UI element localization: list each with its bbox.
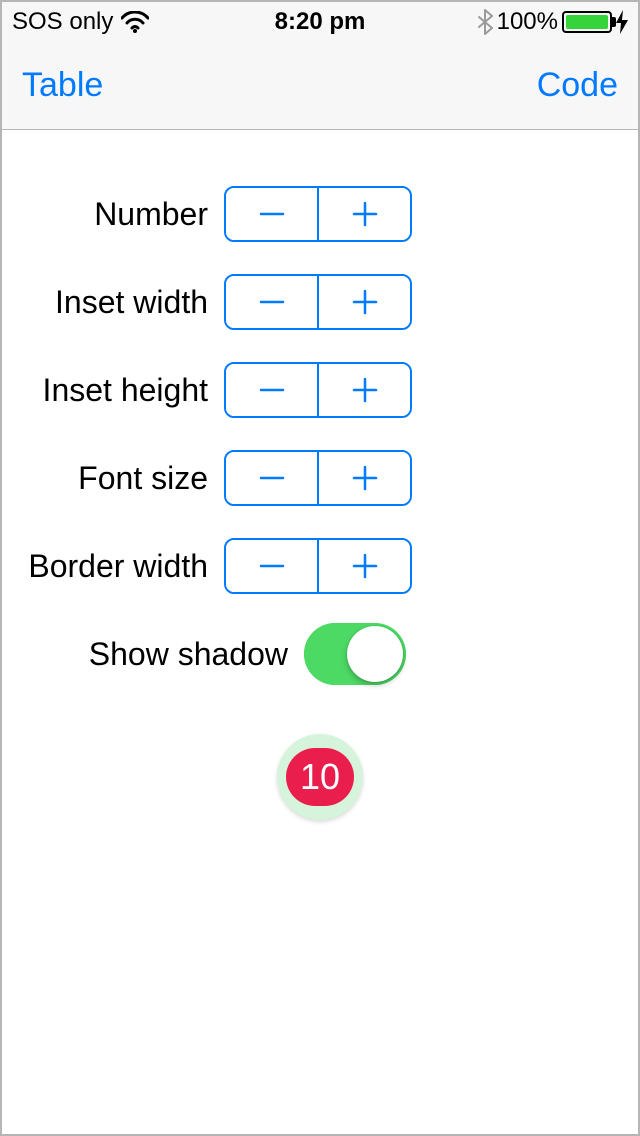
label-font-size: Font size [14, 460, 224, 497]
plus-icon [348, 461, 382, 495]
stepper-font-size-increment[interactable] [317, 452, 410, 504]
stepper-number-decrement[interactable] [226, 188, 317, 240]
stepper-number-increment[interactable] [317, 188, 410, 240]
minus-icon [255, 197, 289, 231]
minus-icon [255, 549, 289, 583]
row-font-size: Font size [14, 434, 626, 522]
plus-icon [348, 373, 382, 407]
stepper-inset-width-increment[interactable] [317, 276, 410, 328]
label-inset-width: Inset width [14, 284, 224, 321]
content: Number Inset width Inset height [2, 130, 638, 820]
plus-icon [348, 197, 382, 231]
row-border-width: Border width [14, 522, 626, 610]
plus-icon [348, 285, 382, 319]
stepper-inset-width [224, 274, 412, 330]
minus-icon [255, 373, 289, 407]
switch-knob [347, 626, 403, 682]
stepper-number [224, 186, 412, 242]
row-inset-height: Inset height [14, 346, 626, 434]
nav-left-button[interactable]: Table [22, 66, 103, 105]
label-border-width: Border width [14, 548, 224, 585]
stepper-inset-height-decrement[interactable] [226, 364, 317, 416]
status-bar: SOS only 8:20 pm 100% [2, 2, 638, 42]
row-number: Number [14, 170, 626, 258]
switch-show-shadow[interactable] [304, 623, 406, 685]
minus-icon [255, 461, 289, 495]
badge-value: 10 [286, 748, 354, 806]
stepper-inset-width-decrement[interactable] [226, 276, 317, 328]
status-right: 100% [477, 8, 628, 36]
stepper-inset-height [224, 362, 412, 418]
bluetooth-icon [477, 9, 493, 35]
battery-icon [562, 11, 612, 33]
nav-right-button[interactable]: Code [537, 66, 618, 105]
row-inset-width: Inset width [14, 258, 626, 346]
label-show-shadow: Show shadow [14, 636, 304, 673]
badge-ring: 10 [277, 734, 363, 820]
label-number: Number [14, 196, 224, 233]
stepper-border-width [224, 538, 412, 594]
nav-bar: Table Code [2, 42, 638, 130]
plus-icon [348, 549, 382, 583]
status-left: SOS only [12, 8, 149, 36]
stepper-font-size-decrement[interactable] [226, 452, 317, 504]
minus-icon [255, 285, 289, 319]
battery-percent: 100% [497, 8, 558, 36]
label-inset-height: Inset height [14, 372, 224, 409]
carrier-text: SOS only [12, 8, 113, 36]
wifi-icon [121, 11, 149, 33]
stepper-border-width-decrement[interactable] [226, 540, 317, 592]
stepper-border-width-increment[interactable] [317, 540, 410, 592]
row-show-shadow: Show shadow [14, 610, 626, 698]
stepper-inset-height-increment[interactable] [317, 364, 410, 416]
charging-icon [616, 10, 628, 34]
stepper-font-size [224, 450, 412, 506]
badge-preview: 10 [14, 734, 626, 820]
